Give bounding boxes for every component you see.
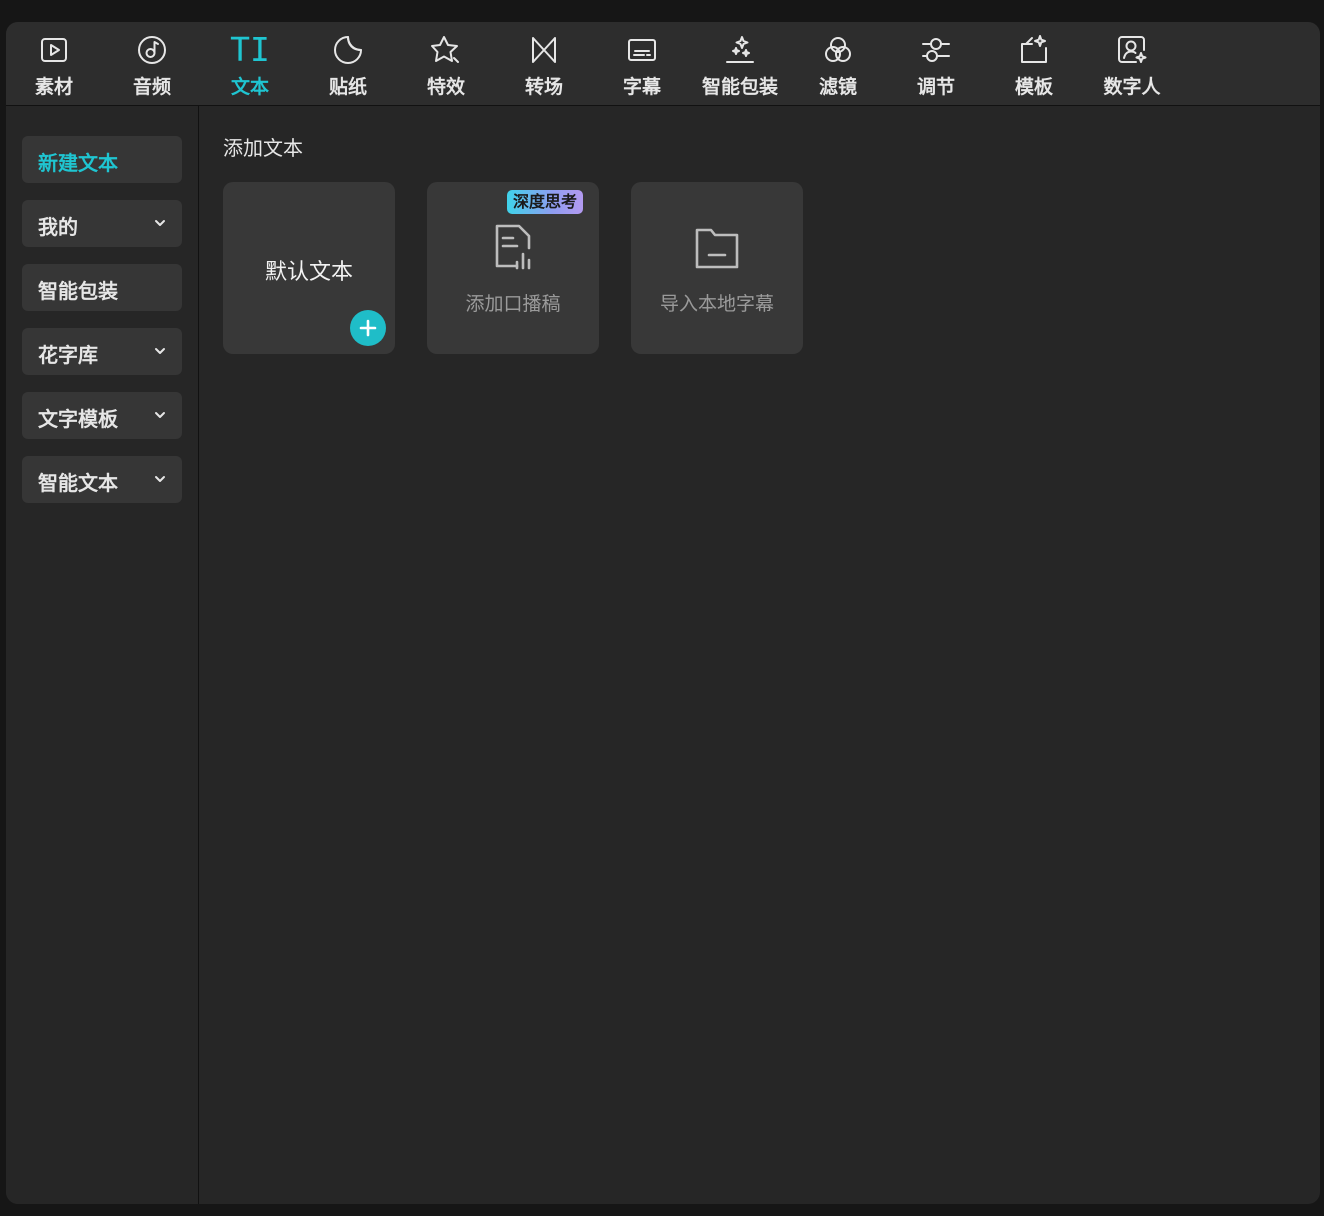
tool-label: 转场 xyxy=(524,76,563,98)
card-label: 默认文本 xyxy=(264,260,353,285)
tool-template[interactable]: 模板 xyxy=(986,22,1082,105)
section-title: 添加文本 xyxy=(223,136,303,160)
left-sidebar: 新建文本 我的 智能包装 花字库 文字模板 智能文本 xyxy=(6,106,199,1204)
tool-digital-human[interactable]: 数字人 xyxy=(1084,22,1180,105)
adjust-sliders-icon xyxy=(922,38,950,62)
tool-text[interactable]: TI 文本 xyxy=(202,22,298,105)
tool-label: 贴纸 xyxy=(328,76,367,98)
sidebar-item-label: 智能包装 xyxy=(38,279,118,303)
tool-subtitle[interactable]: 字幕 xyxy=(594,22,690,105)
script-document-mic-icon xyxy=(495,224,531,270)
sidebar-item-label: 智能文本 xyxy=(38,471,118,495)
add-text-button[interactable] xyxy=(350,310,386,346)
folder-icon xyxy=(695,228,739,269)
sidebar-item-label: 我的 xyxy=(38,215,78,239)
tool-label: 字幕 xyxy=(622,76,661,98)
sidebar-item-label: 新建文本 xyxy=(38,151,118,175)
top-toolbar: 素材 音频 TI 文本 贴纸 特效 转场 字幕 智能包装 滤镜 调节 模板 数字… xyxy=(6,22,1320,106)
effects-star-icon xyxy=(431,36,459,63)
tool-filter[interactable]: 滤镜 xyxy=(790,22,886,105)
tool-label: 模板 xyxy=(1014,76,1053,98)
app-window: 素材 音频 TI 文本 贴纸 特效 转场 字幕 智能包装 滤镜 调节 模板 数字… xyxy=(6,22,1320,1204)
tool-label: 数字人 xyxy=(1103,76,1161,98)
music-note-icon xyxy=(138,36,166,64)
add-script-card[interactable]: 深度思考 添加口播稿 xyxy=(427,182,599,354)
tool-transition[interactable]: 转场 xyxy=(496,22,592,105)
sticker-icon xyxy=(334,36,362,64)
tool-label: 调节 xyxy=(916,76,955,98)
import-subtitle-card[interactable]: 导入本地字幕 xyxy=(631,182,803,354)
tool-label: 特效 xyxy=(426,76,465,98)
smart-package-sparkle-icon xyxy=(726,36,754,63)
filter-icon xyxy=(825,37,851,62)
chevron-down-icon xyxy=(155,476,165,482)
subtitle-icon xyxy=(628,39,656,61)
template-icon xyxy=(1021,35,1047,63)
transition-icon xyxy=(532,37,556,63)
sidebar-item-smart-text[interactable]: 智能文本 xyxy=(22,456,182,503)
tool-label: 智能包装 xyxy=(701,76,778,98)
sidebar-item-fancy-text[interactable]: 花字库 xyxy=(22,328,182,375)
tool-label: 文本 xyxy=(230,76,269,98)
digital-human-icon xyxy=(1118,36,1147,63)
card-label: 添加口播稿 xyxy=(465,293,561,315)
tool-sticker[interactable]: 贴纸 xyxy=(300,22,396,105)
chevron-down-icon xyxy=(155,348,165,354)
tool-label: 音频 xyxy=(132,76,171,98)
chevron-down-icon xyxy=(155,412,165,418)
sidebar-item-text-template[interactable]: 文字模板 xyxy=(22,392,182,439)
media-play-icon xyxy=(41,38,67,62)
tool-adjust[interactable]: 调节 xyxy=(888,22,984,105)
sidebar-item-mine[interactable]: 我的 xyxy=(22,200,182,247)
sidebar-item-smart-package[interactable]: 智能包装 xyxy=(22,264,182,311)
deep-thinking-badge: 深度思考 xyxy=(507,190,584,214)
card-label: 导入本地字幕 xyxy=(659,293,774,315)
sidebar-item-new-text[interactable]: 新建文本 xyxy=(22,136,182,183)
default-text-card[interactable]: 默认文本 xyxy=(223,182,395,354)
plus-icon xyxy=(359,319,377,337)
tool-label: 素材 xyxy=(34,76,73,98)
sidebar-item-label: 花字库 xyxy=(38,343,98,367)
tool-media[interactable]: 素材 xyxy=(6,22,102,105)
tool-smart-package[interactable]: 智能包装 xyxy=(692,22,788,105)
sidebar-item-label: 文字模板 xyxy=(38,407,118,431)
tool-audio[interactable]: 音频 xyxy=(104,22,200,105)
tool-label: 滤镜 xyxy=(818,76,857,98)
text-ti-icon: TI xyxy=(230,30,270,69)
chevron-down-icon xyxy=(155,220,165,226)
tool-effects[interactable]: 特效 xyxy=(398,22,494,105)
